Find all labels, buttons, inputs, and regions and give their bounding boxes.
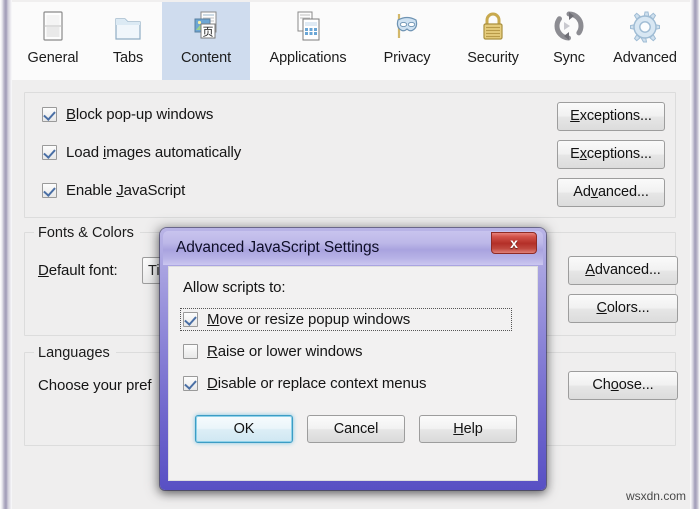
checkbox-block-popups[interactable]: Block pop-up windows (42, 106, 213, 123)
mnemonic-letter: D (38, 262, 49, 279)
options-toolbar: General Tabs 页 Content Applications Priv… (12, 2, 690, 81)
window-frame-left-edge (0, 0, 12, 509)
close-icon[interactable]: x (491, 232, 537, 254)
checkbox-enable-javascript[interactable]: Enable JavaScript (42, 182, 185, 199)
button-label: OK (233, 421, 255, 437)
toolbar-tab-label: Advanced (613, 50, 677, 66)
checkbox-disable-replace-context-menus[interactable]: Disable or replace context menus (181, 373, 430, 394)
checkbox-indicator[interactable] (42, 145, 57, 160)
toolbar-tab-label: Applications (269, 50, 347, 66)
fonts-advanced-button[interactable]: Advanced... (568, 256, 678, 285)
checkbox-indicator[interactable] (183, 376, 198, 391)
window-frame-right-edge (690, 0, 700, 509)
mnemonic-letter: v (590, 184, 598, 201)
close-glyph: x (510, 235, 518, 251)
toolbar-tab-label: General (27, 50, 79, 66)
mnemonic-letter: x (579, 146, 587, 163)
help-button[interactable]: Help (419, 415, 517, 443)
checkbox-label: Move or resize popup windows (207, 311, 411, 328)
allow-scripts-heading: Allow scripts to: (183, 279, 286, 296)
checkbox-indicator[interactable] (183, 344, 198, 359)
advanced-javascript-settings-dialog: Advanced JavaScript Settings x Allow scr… (160, 228, 546, 490)
button-label: Choose... (592, 377, 654, 394)
colors-button[interactable]: Colors... (568, 294, 678, 323)
languages-legend: Languages (34, 345, 116, 361)
checkbox-label: Raise or lower windows (207, 343, 363, 360)
toolbar-tab-general[interactable]: General (12, 2, 94, 80)
checkbox-label: Enable JavaScript (66, 182, 186, 199)
svg-text:页: 页 (203, 26, 214, 39)
dialog-title-bar[interactable]: Advanced JavaScript Settings x (163, 231, 543, 265)
popup-exceptions-button[interactable]: Exceptions... (557, 102, 665, 131)
languages-description: Choose your pref (38, 377, 152, 394)
mnemonic-letter: A (585, 262, 595, 279)
default-font-label: Default font: (38, 262, 118, 279)
checkbox-indicator[interactable] (183, 312, 198, 327)
mnemonic-letter: H (453, 421, 464, 437)
fonts-colors-legend: Fonts & Colors (34, 225, 140, 241)
button-label: Exceptions... (570, 146, 652, 163)
javascript-advanced-button[interactable]: Advanced... (557, 178, 665, 207)
checkbox-label: Block pop-up windows (66, 106, 214, 123)
button-label: Help (453, 421, 483, 437)
checkbox-indicator[interactable] (42, 183, 57, 198)
button-label: Exceptions... (570, 108, 652, 125)
folder-tab-icon (109, 8, 147, 48)
toolbar-tab-security[interactable]: Security (448, 2, 538, 80)
toolbar-tab-label: Sync (553, 50, 585, 66)
toolbar-tab-privacy[interactable]: Privacy (366, 2, 448, 80)
choose-languages-button[interactable]: Choose... (568, 371, 678, 400)
checkbox-raise-lower-windows[interactable]: Raise or lower windows (181, 341, 366, 362)
button-label: Colors... (596, 300, 650, 317)
toolbar-tab-label: Content (180, 50, 232, 66)
mnemonic-letter: C (596, 300, 607, 317)
cancel-button[interactable]: Cancel (307, 415, 405, 443)
dialog-title: Advanced JavaScript Settings (176, 239, 380, 256)
mnemonic-letter: R (207, 343, 218, 360)
ok-button[interactable]: OK (195, 415, 293, 443)
toolbar-tab-label: Security (467, 50, 519, 66)
toolbar-tab-label: Tabs (112, 50, 144, 66)
mnemonic-letter: E (570, 108, 580, 125)
toolbar-tab-tabs[interactable]: Tabs (94, 2, 162, 80)
toolbar-tab-advanced[interactable]: Advanced (600, 2, 690, 80)
content-pages-icon: 页 (187, 8, 225, 48)
toolbar-tab-content[interactable]: 页 Content (162, 2, 250, 80)
mnemonic-letter: M (207, 311, 220, 328)
button-label: Cancel (333, 421, 379, 437)
button-label: Advanced... (585, 262, 661, 279)
mask-icon (388, 8, 426, 48)
images-exceptions-button[interactable]: Exceptions... (557, 140, 665, 169)
toolbar-tab-label: Privacy (383, 50, 431, 66)
dialog-body: Allow scripts to: Move or resize popup w… (168, 266, 538, 481)
applications-icon (289, 8, 327, 48)
toolbar-tab-sync[interactable]: Sync (538, 2, 600, 80)
toolbar-tab-applications[interactable]: Applications (250, 2, 366, 80)
watermark: wsxdn.com (625, 489, 686, 503)
gear-icon (626, 8, 664, 48)
document-page-icon (34, 8, 72, 48)
sync-arrows-icon (550, 8, 588, 48)
firefox-options-window: General Tabs 页 Content Applications Priv… (0, 0, 700, 509)
padlock-icon (474, 8, 512, 48)
mnemonic-letter: o (610, 377, 619, 394)
checkbox-indicator[interactable] (42, 107, 57, 122)
checkbox-label: Load images automatically (66, 144, 242, 161)
checkbox-load-images[interactable]: Load images automatically (42, 144, 241, 161)
checkbox-move-resize-popup[interactable]: Move or resize popup windows (180, 308, 512, 331)
checkbox-label: Disable or replace context menus (207, 375, 427, 392)
button-label: Advanced... (573, 184, 649, 201)
mnemonic-letter: D (207, 375, 218, 392)
mnemonic-letter: J (116, 182, 124, 199)
mnemonic-letter: B (66, 106, 76, 123)
